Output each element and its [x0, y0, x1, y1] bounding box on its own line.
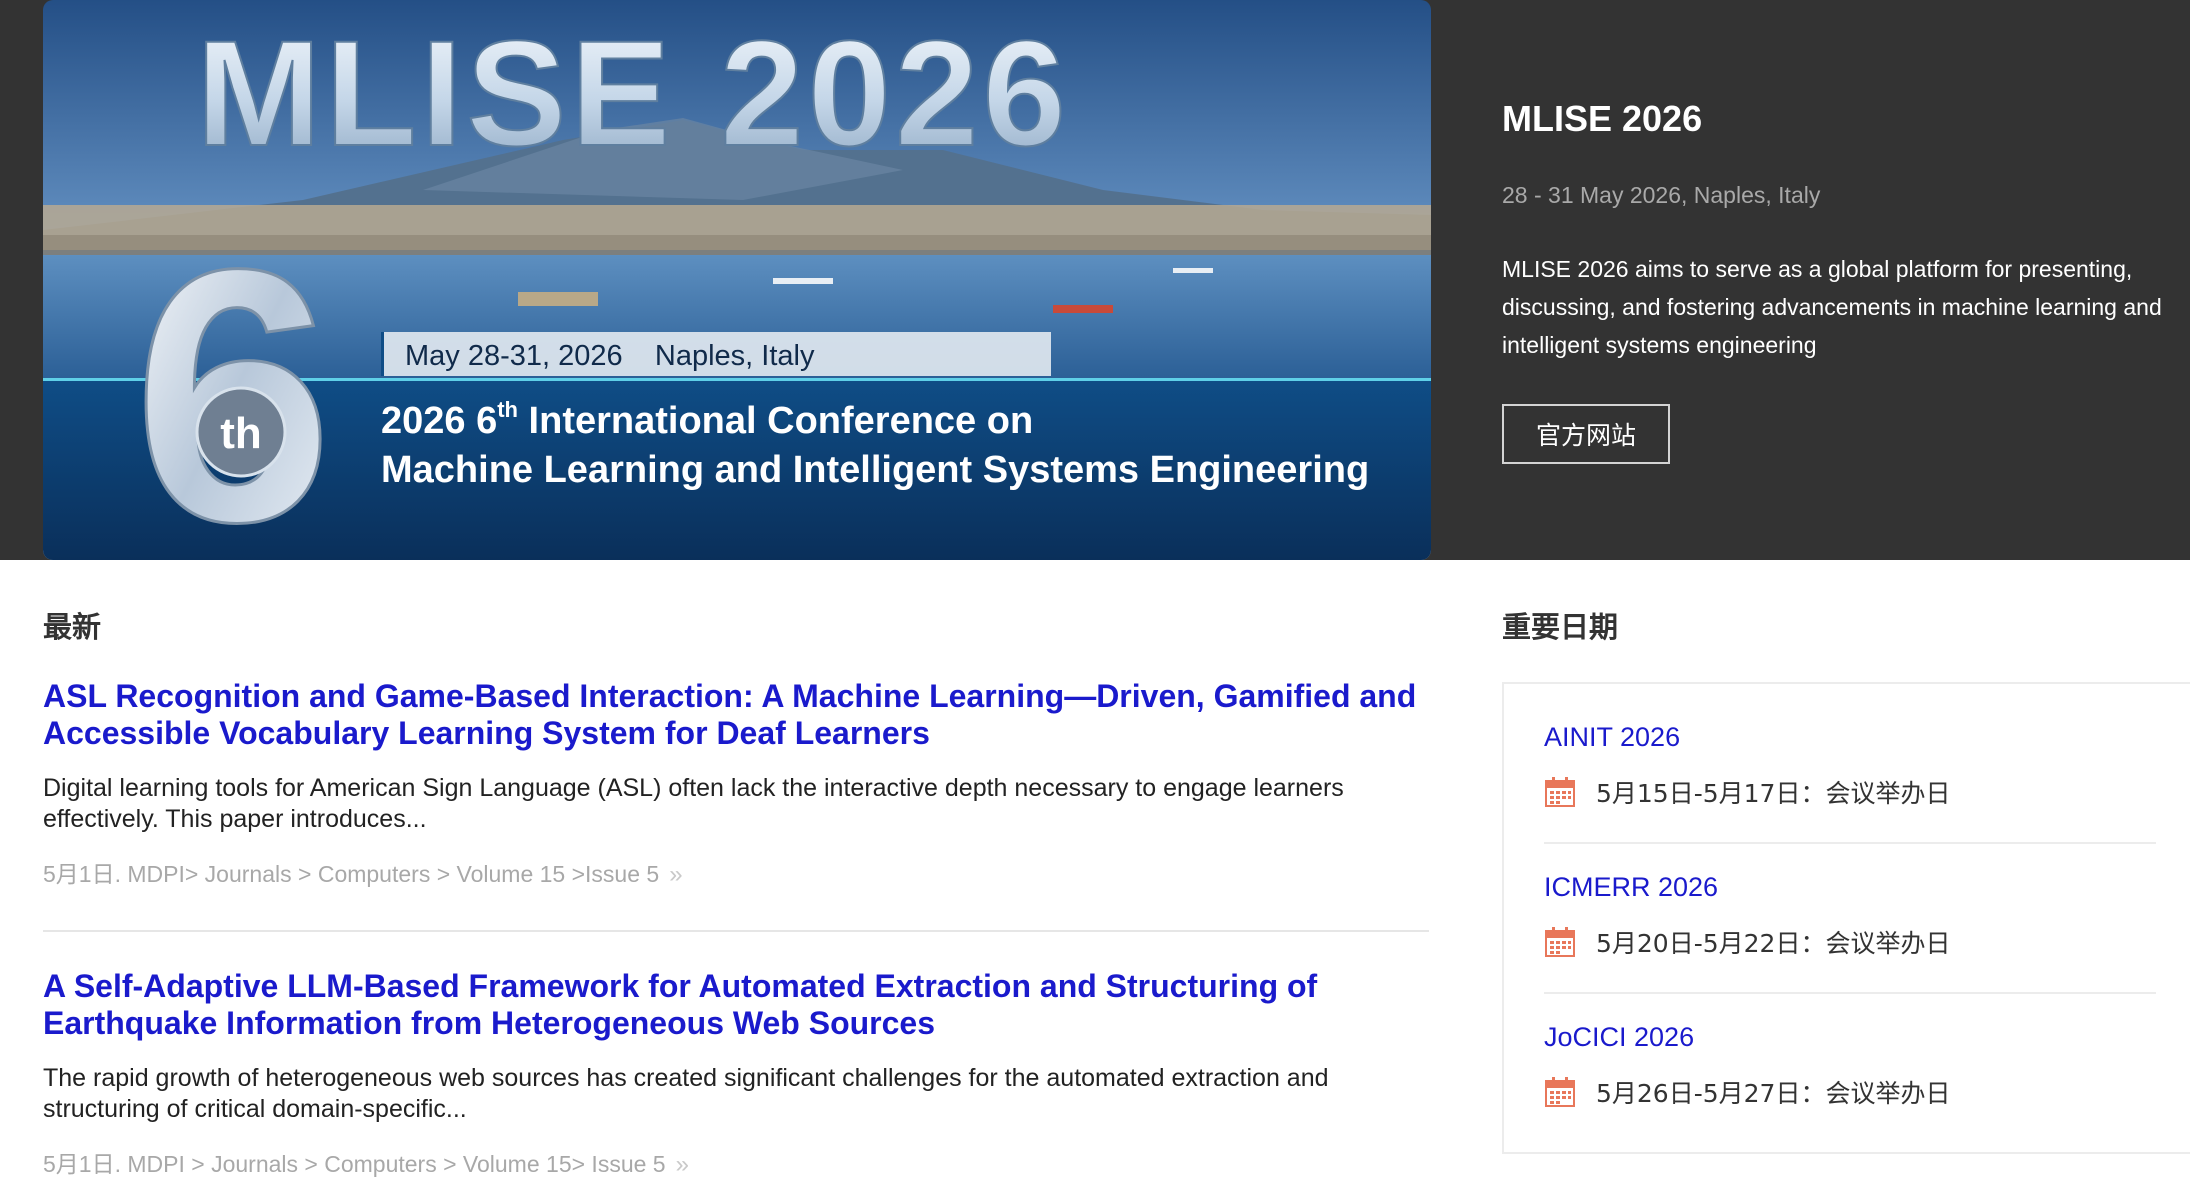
hero-info: MLISE 2026 28 - 31 May 2026, Naples, Ita… [1502, 0, 2190, 560]
banner-ordinal-suffix: th [220, 409, 262, 458]
hero-section: MLISE 2026 May 28-31, 2026 Naples, Italy… [0, 0, 2190, 560]
news-item: A Self-Adaptive LLM-Based Framework for … [43, 968, 1431, 1178]
calendar-icon [1545, 1077, 1575, 1107]
news-item-meta: 5月1日. MDPI > Journals > Computers > Volu… [43, 1145, 689, 1179]
date-item-schedule: 5月20日-5月22日：会议举办日 [1544, 924, 1950, 960]
date-list-divider [1544, 842, 2156, 844]
conference-title: MLISE 2026 [1502, 98, 1703, 139]
banner-headline: MLISE 2026 [196, 9, 1070, 177]
news-item: ASL Recognition and Game-Based Interacti… [43, 678, 1431, 888]
news-item-breadcrumb: 5月1日. MDPI > Journals > Computers > Volu… [43, 1151, 666, 1177]
calendar-icon [1545, 777, 1575, 807]
banner-date-location: May 28-31, 2026 Naples, Italy [405, 340, 815, 372]
news-item-title[interactable]: ASL Recognition and Game-Based Interacti… [43, 678, 1431, 752]
official-website-button[interactable]: 官方网站 [1502, 404, 1670, 464]
conference-description: MLISE 2026 aims to serve as a global pla… [1502, 256, 2162, 358]
banner-ordinal-number: 6 [133, 195, 333, 560]
important-dates-list: AINIT 2026 5月15日-5月17日：会议举办日 ICMERR 2026 [1502, 682, 2190, 1154]
news-divider [43, 930, 1429, 932]
date-list-item: JoCICI 2026 5月26日-5月27日：会议举办日 [1544, 1022, 2144, 1108]
conference-date-location: 28 - 31 May 2026, Naples, Italy [1502, 182, 1821, 208]
date-list-item: AINIT 2026 5月15日-5月17日：会议举办日 [1544, 722, 2144, 808]
more-arrow-icon[interactable]: » [676, 1151, 689, 1178]
banner-conf-line2: Machine Learning and Intelligent Systems… [381, 449, 1369, 491]
date-item-conference-link[interactable]: AINIT 2026 [1544, 722, 2144, 753]
news-item-breadcrumb: 5月1日. MDPI> Journals > Computers > Volum… [43, 861, 660, 887]
date-item-schedule: 5月26日-5月27日：会议举办日 [1544, 1074, 1950, 1110]
date-item-text: 5月15日-5月17日：会议举办日 [1596, 779, 1951, 808]
conference-banner[interactable]: MLISE 2026 May 28-31, 2026 Naples, Italy… [43, 0, 1431, 560]
important-dates-heading: 重要日期 [1502, 610, 1619, 644]
date-item-text: 5月26日-5月27日：会议举办日 [1596, 1079, 1951, 1108]
latest-heading: 最新 [43, 610, 102, 644]
date-list-item: ICMERR 2026 5月20日-5月22日：会议举办日 [1544, 872, 2144, 958]
news-item-summary: The rapid growth of heterogeneous web so… [43, 1064, 1329, 1123]
more-arrow-icon[interactable]: » [669, 861, 682, 888]
news-item-title[interactable]: A Self-Adaptive LLM-Based Framework for … [43, 968, 1431, 1042]
banner-image: MLISE 2026 May 28-31, 2026 Naples, Italy… [43, 0, 1431, 560]
date-item-schedule: 5月15日-5月17日：会议举办日 [1544, 774, 1950, 810]
date-item-conference-link[interactable]: ICMERR 2026 [1544, 872, 2144, 903]
banner-conf-line1: 2026 6th International Conference on [381, 397, 1033, 442]
calendar-icon [1545, 927, 1575, 957]
news-item-meta: 5月1日. MDPI> Journals > Computers > Volum… [43, 855, 683, 889]
news-item-summary: Digital learning tools for American Sign… [43, 774, 1344, 833]
date-item-conference-link[interactable]: JoCICI 2026 [1544, 1022, 2144, 1053]
date-list-divider [1544, 992, 2156, 994]
date-item-text: 5月20日-5月22日：会议举办日 [1596, 929, 1951, 958]
